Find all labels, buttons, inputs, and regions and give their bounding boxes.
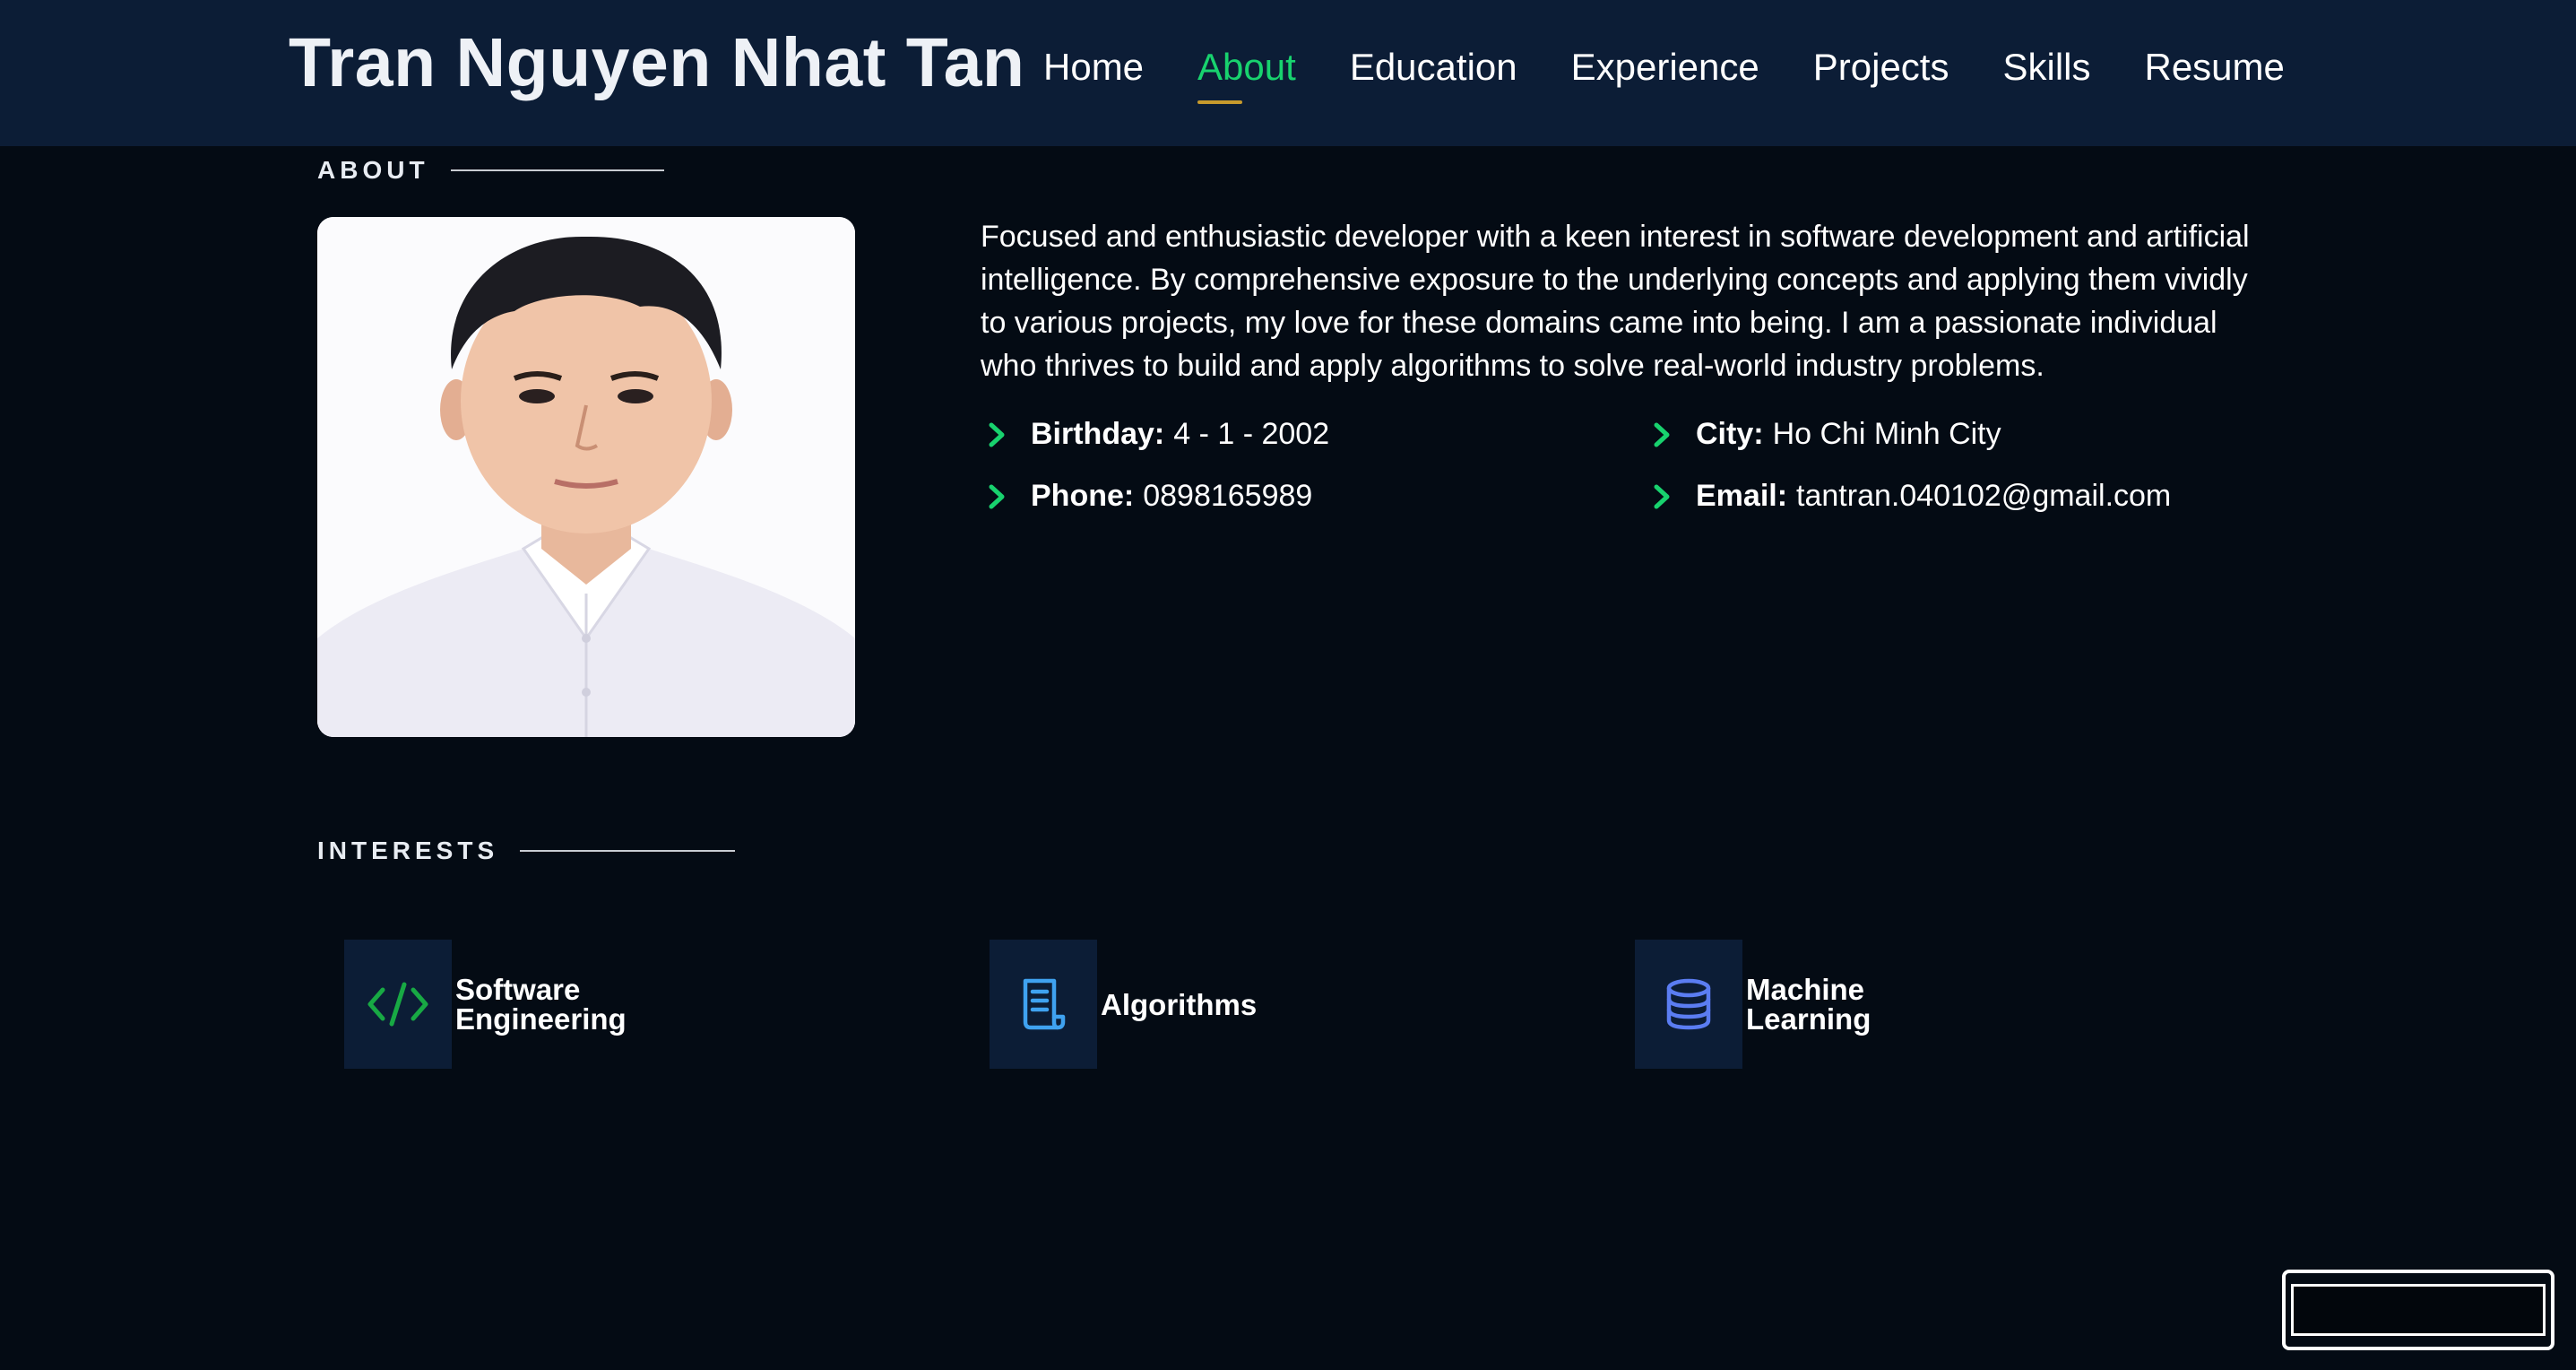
interest-machine-learning: Machine Learning [1635,940,1961,1069]
about-title-rule [450,169,664,171]
nav-about-label: About [1197,46,1296,88]
info-birthday-value: 4 - 1 - 2002 [1173,417,1330,451]
info-birthday: Birthday: 4 - 1 - 2002 [984,417,1329,452]
about-title-text: ABOUT [317,156,429,184]
info-phone: Phone: 0898165989 [984,479,1312,514]
interest-label: Machine Learning [1746,973,1871,1036]
info-email-label: Email: [1696,479,1788,513]
interests-title-rule [520,850,736,852]
interest-icon-box [990,940,1097,1069]
chevron-right-icon [989,484,1005,508]
info-city: City: Ho Chi Minh City [1649,417,2001,452]
info-city-label: City: [1696,417,1764,451]
nav-about[interactable]: About [1171,36,1323,104]
code-icon [367,982,428,1027]
profile-photo [317,217,855,737]
interest-algorithms: Algorithms [990,940,1316,1069]
info-phone-label: Phone: [1031,479,1135,513]
floating-widget-inner [2291,1284,2546,1336]
interests-section-title: INTERESTS [317,837,736,865]
info-city-value: Ho Chi Minh City [1772,417,2001,451]
main-nav: Home About Education Experience Projects… [1043,36,2312,104]
nav-education[interactable]: Education [1323,36,1544,99]
about-bio: Focused and enthusiastic developer with … [981,220,2250,383]
about-section-title: ABOUT [317,156,664,185]
interest-label: Software Engineering [455,973,627,1036]
site-brand[interactable]: Tran Nguyen Nhat Tan [289,18,1024,108]
database-icon [1666,978,1711,1030]
info-email: Email: tantran.040102@gmail.com [1649,479,2171,514]
interest-icon-box [344,940,452,1069]
chevron-right-icon [989,422,1005,447]
info-email-value[interactable]: tantran.040102@gmail.com [1796,479,2171,514]
nav-active-underline [1197,100,1243,104]
nav-projects[interactable]: Projects [1786,36,1976,99]
document-icon [1023,978,1066,1030]
info-birthday-label: Birthday: [1031,417,1165,451]
profile-photo-illustration [317,217,855,737]
chevron-right-icon [1654,422,1670,447]
info-phone-value: 0898165989 [1143,479,1313,513]
nav-skills[interactable]: Skills [1975,36,2117,99]
nav-experience[interactable]: Experience [1544,36,1786,99]
interest-label: Algorithms [1101,987,1258,1021]
chevron-right-icon [1654,484,1670,508]
floating-widget[interactable] [2282,1270,2554,1350]
interest-software-engineering: Software Engineering [344,940,670,1069]
nav-home[interactable]: Home [1043,36,1171,99]
site-header: Tran Nguyen Nhat Tan Home About Educatio… [0,0,2576,146]
interest-icon-box [1635,940,1742,1069]
nav-resume[interactable]: Resume [2117,36,2311,99]
interests-title-text: INTERESTS [317,837,499,864]
